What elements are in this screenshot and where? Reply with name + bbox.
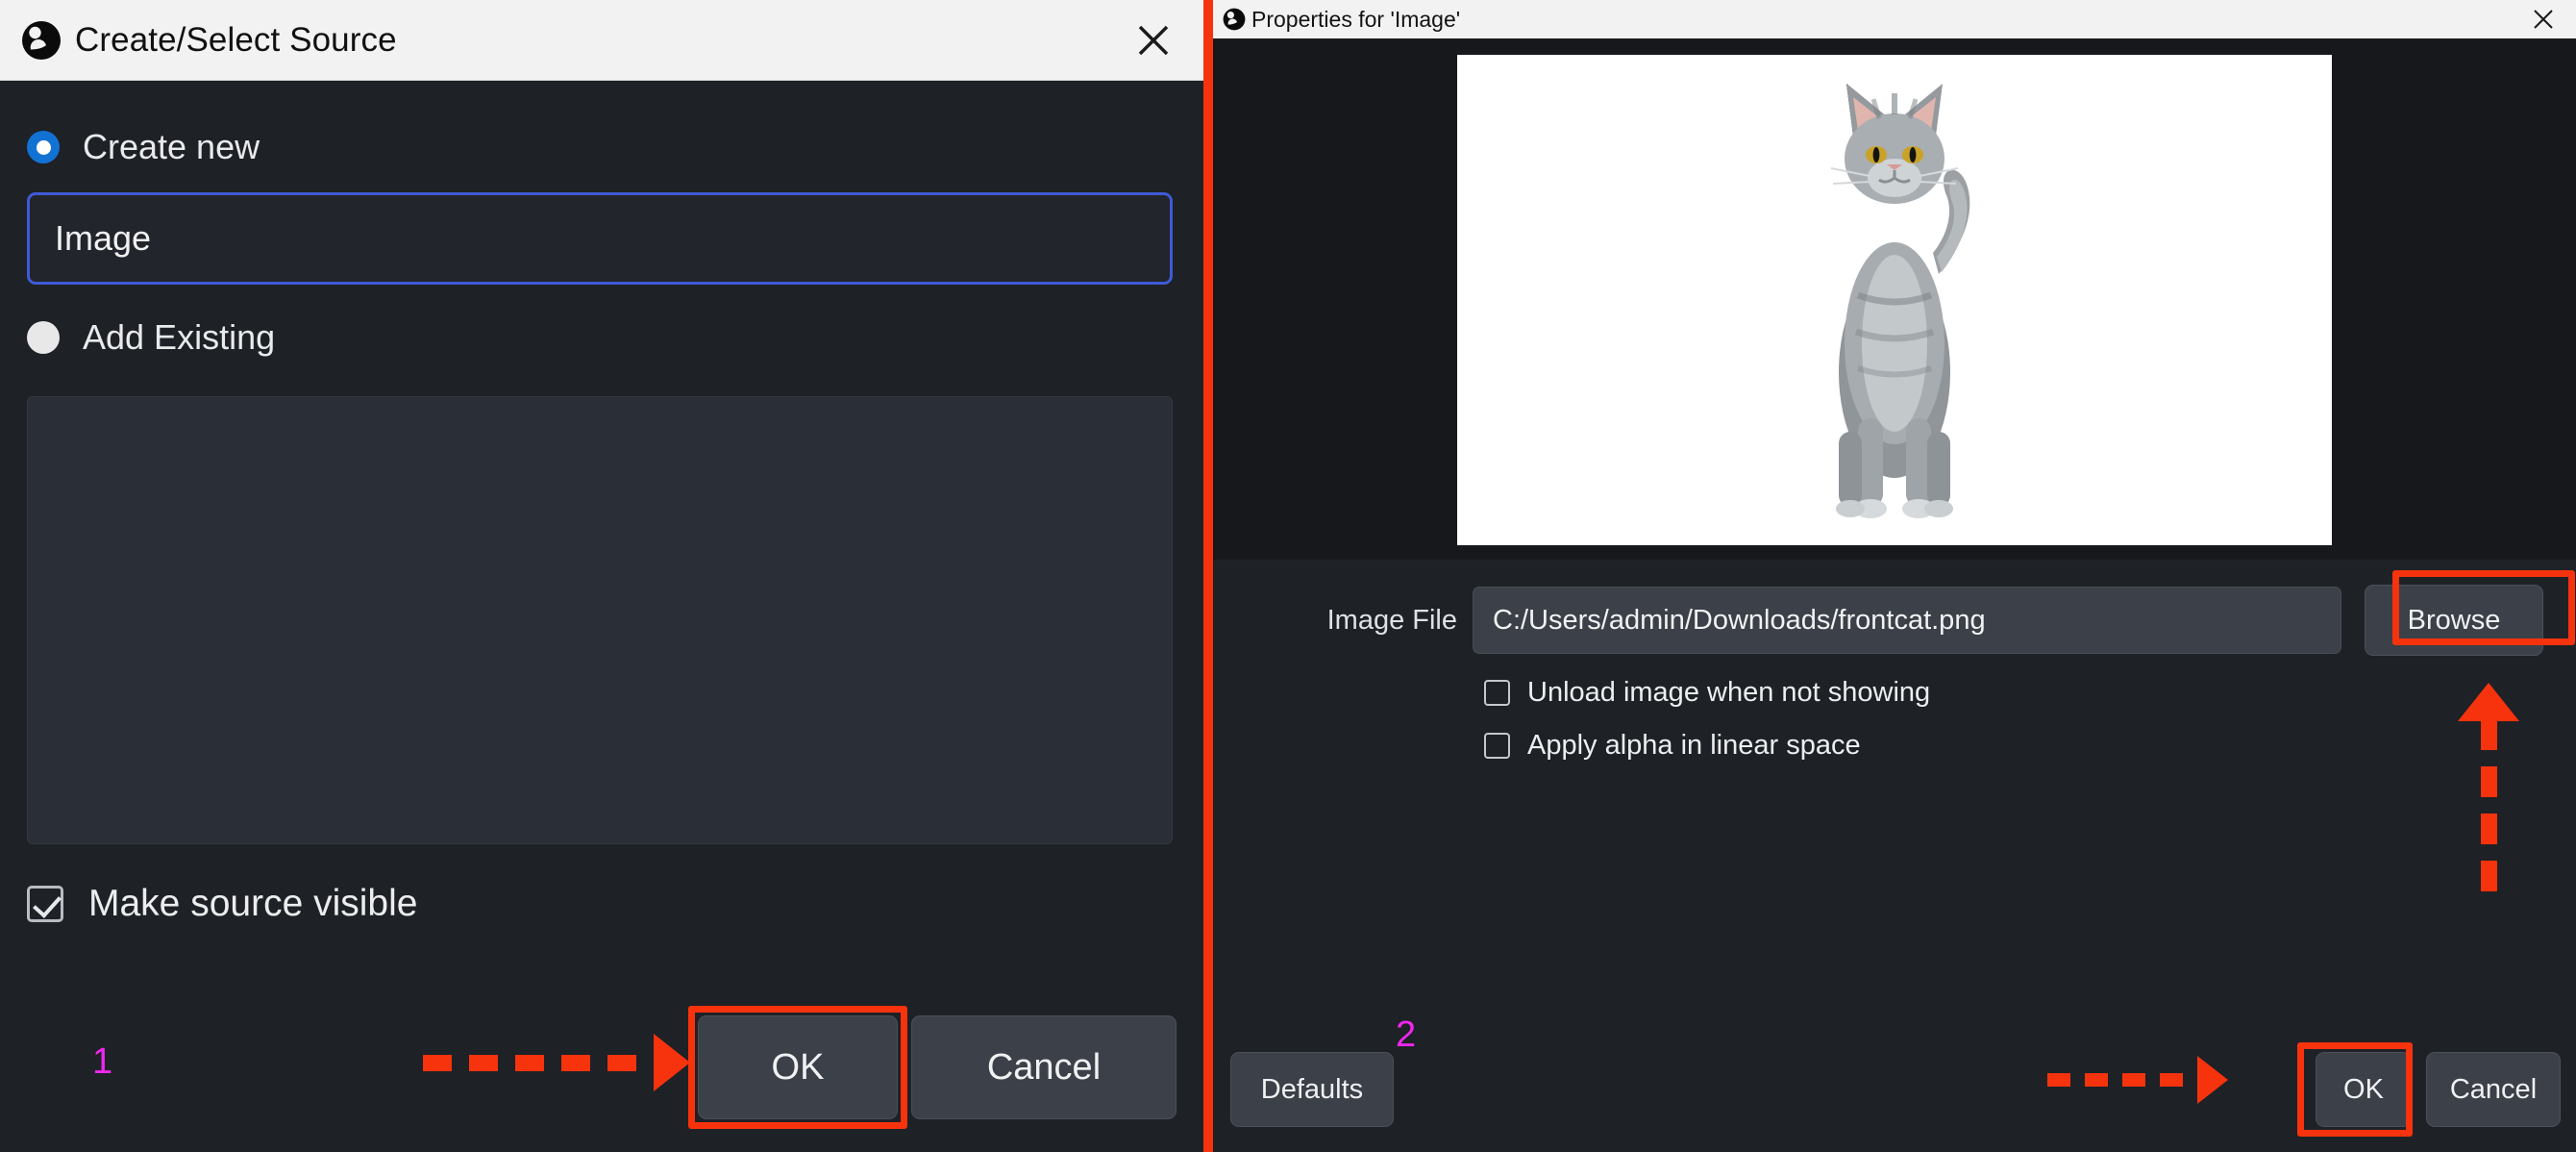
apply-alpha-checkbox[interactable]	[1484, 733, 1510, 759]
create-source-titlebar: Create/Select Source	[0, 0, 1203, 81]
arrow-right-icon	[423, 1034, 690, 1091]
source-name-input[interactable]: Image	[27, 192, 1173, 285]
image-preview	[1457, 55, 2332, 545]
checkmark-icon[interactable]	[27, 886, 63, 922]
create-source-body: Create new Image Add Existing Make sourc…	[0, 81, 1203, 1152]
step-number-1: 1	[92, 1041, 113, 1082]
obs-logo-icon	[21, 20, 62, 61]
properties-body: Image File C:/Users/admin/Downloads/fron…	[1213, 560, 2576, 1152]
properties-cancel-button[interactable]: Cancel	[2426, 1052, 2561, 1127]
arrow-up-icon	[2458, 683, 2519, 891]
properties-titlebar: Properties for 'Image'	[1213, 0, 2576, 40]
properties-footer: Defaults OK Cancel	[1213, 1027, 2576, 1152]
add-existing-radio-row[interactable]: Add Existing	[27, 308, 1171, 367]
unload-image-row[interactable]: Unload image when not showing	[1484, 677, 2576, 709]
unload-image-label: Unload image when not showing	[1527, 677, 1931, 708]
image-properties-dialog: Properties for 'Image' Image File C:/Use…	[1203, 0, 2576, 1152]
apply-alpha-label: Apply alpha in linear space	[1527, 730, 1861, 761]
create-source-ok-button[interactable]: OK	[698, 1015, 898, 1119]
create-source-title: Create/Select Source	[75, 20, 397, 59]
image-file-label: Image File	[1326, 604, 1457, 636]
apply-alpha-row[interactable]: Apply alpha in linear space	[1484, 730, 2576, 762]
browse-button[interactable]: Browse	[2365, 585, 2543, 656]
create-source-cancel-button[interactable]: Cancel	[911, 1015, 1177, 1119]
properties-ok-button[interactable]: OK	[2316, 1052, 2412, 1127]
obs-logo-icon	[1223, 8, 1246, 31]
create-new-label: Create new	[83, 127, 260, 166]
image-file-input[interactable]: C:/Users/admin/Downloads/frontcat.png	[1473, 587, 2341, 654]
create-select-source-dialog: Create/Select Source Create new Image Ad…	[0, 0, 1203, 1152]
image-preview-area	[1213, 40, 2576, 560]
make-source-visible-label: Make source visible	[88, 883, 418, 924]
existing-sources-list[interactable]	[27, 396, 1173, 844]
make-source-visible-row[interactable]: Make source visible	[27, 883, 1171, 925]
properties-title: Properties for 'Image'	[1251, 6, 1461, 32]
defaults-button[interactable]: Defaults	[1230, 1052, 1394, 1127]
step-number-2: 2	[1396, 1014, 1417, 1055]
unload-image-checkbox[interactable]	[1484, 680, 1510, 706]
add-existing-label: Add Existing	[83, 317, 276, 357]
screen-root: Create/Select Source Create new Image Ad…	[0, 0, 2576, 1152]
close-icon[interactable]	[2524, 2, 2563, 37]
create-new-radio-row[interactable]: Create new	[27, 117, 1171, 177]
arrow-right-icon	[2047, 1056, 2228, 1104]
radio-selected-icon[interactable]	[27, 131, 60, 163]
image-file-row: Image File C:/Users/admin/Downloads/fron…	[1213, 585, 2576, 656]
close-icon[interactable]	[1127, 13, 1180, 67]
radio-unselected-icon[interactable]	[27, 321, 60, 354]
